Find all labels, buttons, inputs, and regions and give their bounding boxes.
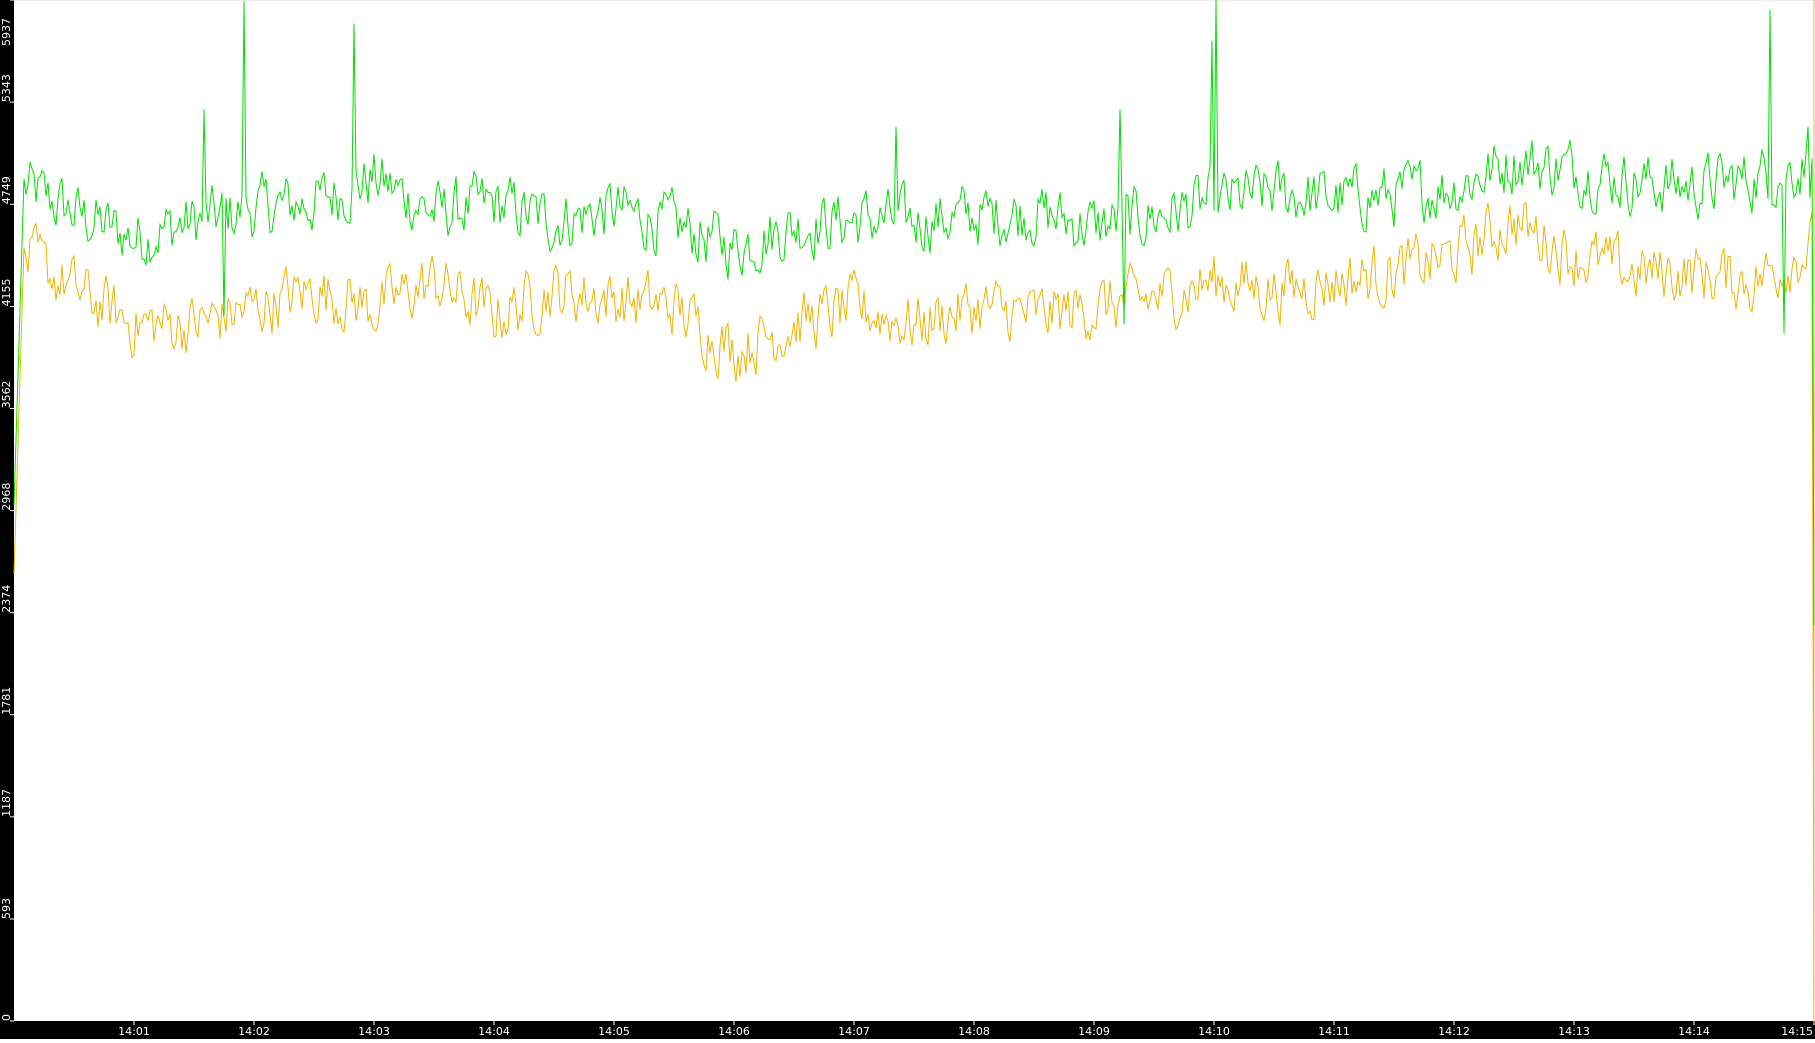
x-tick-label: 14:08 [958, 1025, 990, 1038]
x-tick-label: 14:07 [838, 1025, 870, 1038]
x-tick-label: 14:05 [598, 1025, 630, 1038]
chart-svg: 0 593 1187 1781 2374 2968 3562 4155 4749 5343 5937… [0, 0, 1815, 1039]
series-line-2 [13, 201, 1815, 1022]
y-tick-label: 1781 [0, 687, 13, 715]
y-tick-label: 4155 [0, 278, 13, 306]
x-tick-label: 14:14 [1678, 1025, 1710, 1038]
x-tick-label: 14:06 [718, 1025, 750, 1038]
x-tick-label: 14:09 [1078, 1025, 1110, 1038]
y-tick-label: 1187 [0, 789, 13, 817]
x-tick-label: 14:04 [478, 1025, 510, 1038]
x-tick-label: 14:01 [118, 1025, 150, 1038]
x-tick-label: 14:10 [1198, 1025, 1230, 1038]
y-tick-label: 4749 [0, 176, 13, 204]
x-tick-label: 14:13 [1558, 1025, 1590, 1038]
y-tick-label: 0 [0, 1014, 13, 1021]
y-tick-label: 2968 [0, 483, 13, 511]
y-tick-label: 3562 [0, 380, 13, 408]
x-tick-label: 14:02 [238, 1025, 270, 1038]
x-tick-label: 14:12 [1438, 1025, 1470, 1038]
x-tick-label: 14:15 [1781, 1025, 1813, 1038]
line-chart: 0 593 1187 1781 2374 2968 3562 4155 4749 5343 5937… [0, 0, 1815, 1039]
series-layer [13, 0, 1815, 1022]
y-tick-label: 593 [0, 898, 13, 919]
x-axis-bar [0, 1021, 1815, 1039]
x-tick-label: 14:11 [1318, 1025, 1350, 1038]
series-line-1 [13, 0, 1815, 626]
y-tick-label: 5937 [0, 18, 13, 46]
x-tick-label: 14:03 [358, 1025, 390, 1038]
y-tick-label: 5343 [0, 74, 13, 102]
y-axis-bar [0, 0, 14, 1039]
y-tick-label: 2374 [0, 585, 13, 613]
